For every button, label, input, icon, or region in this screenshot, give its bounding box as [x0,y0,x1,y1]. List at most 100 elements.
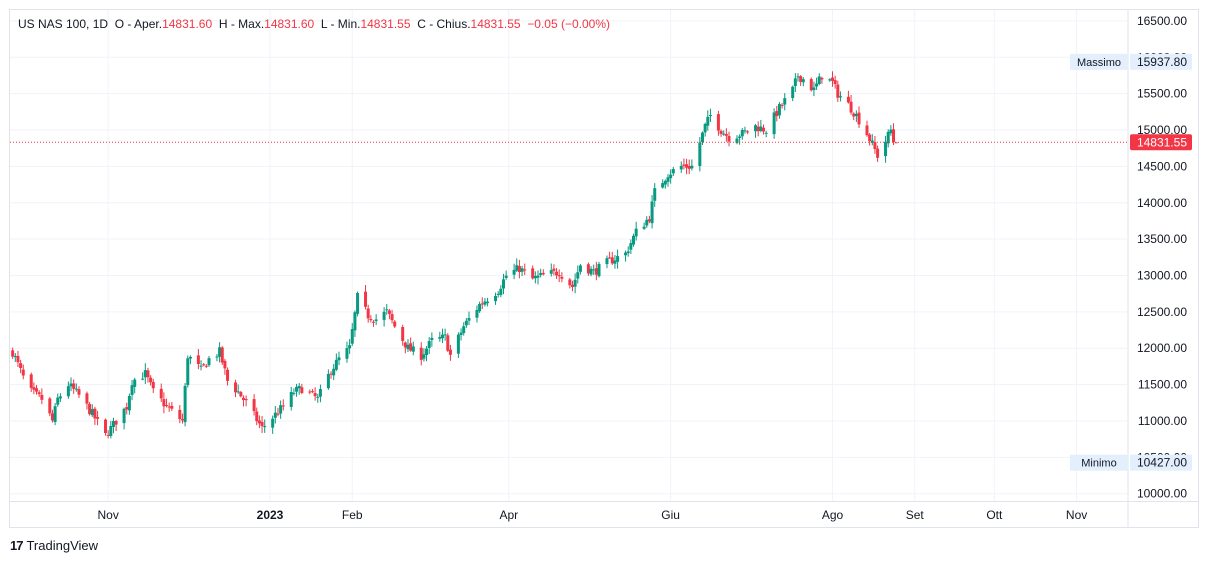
candle-body[interactable] [812,87,816,91]
candle-body[interactable] [669,174,673,179]
candle-body[interactable] [679,165,683,170]
candle-body[interactable] [438,336,442,339]
candle-body[interactable] [629,243,633,250]
candle-body[interactable] [690,165,694,169]
candle-body[interactable] [708,115,712,117]
candle-body[interactable] [501,279,505,289]
candle-body[interactable] [727,136,731,142]
candle-body[interactable] [390,314,394,321]
candle-body[interactable] [533,276,537,279]
candle-body[interactable] [772,112,776,135]
candle-body[interactable] [204,365,208,367]
candle-body[interactable] [289,391,293,407]
candle-body[interactable] [552,268,556,271]
candle-body[interactable] [597,263,601,277]
candle-body[interactable] [263,426,267,428]
candle-body[interactable] [634,228,638,237]
candle-body[interactable] [889,129,893,134]
candle-body[interactable] [207,358,211,366]
candle-body[interactable] [332,368,336,376]
candle-body[interactable] [143,370,147,378]
candle-body[interactable] [857,112,861,125]
candle-body[interactable] [796,76,800,78]
candle-body[interactable] [111,421,115,427]
candle-body[interactable] [385,309,389,311]
candle-body[interactable] [244,399,248,401]
candle-body[interactable] [724,133,728,136]
candle-body[interactable] [777,104,781,116]
candle-body[interactable] [836,84,840,98]
chart-svg[interactable]: 10000.0010500.0011000.0011500.0012000.00… [0,0,1209,564]
candle-body[interactable] [167,406,171,408]
candle-body[interactable] [11,350,15,357]
candle-body[interactable] [499,288,503,295]
candle-body[interactable] [350,329,354,344]
candle-body[interactable] [114,421,118,425]
candle-body[interactable] [613,260,617,264]
candle-body[interactable] [276,413,280,415]
candle-body[interactable] [517,265,521,272]
candle-body[interactable] [762,127,766,132]
candle-body[interactable] [369,319,373,321]
candle-body[interactable] [515,265,519,271]
candle-body[interactable] [817,76,821,85]
candle-body[interactable] [279,405,283,414]
candle-body[interactable] [295,386,299,392]
candle-body[interactable] [72,383,76,389]
candle-body[interactable] [141,378,145,380]
candle-body[interactable] [775,110,779,117]
candle-body[interactable] [329,373,333,375]
candle-body[interactable] [56,397,60,405]
candle-body[interactable] [884,141,888,157]
candle-body[interactable] [610,257,614,264]
candle-body[interactable] [626,251,630,254]
candle-body[interactable] [539,273,543,275]
candle-body[interactable] [892,129,896,142]
candle-body[interactable] [462,326,466,334]
candle-body[interactable] [19,363,23,368]
candle-body[interactable] [833,80,837,84]
candle-body[interactable] [642,226,646,229]
candle-body[interactable] [151,381,155,389]
candle-body[interactable] [698,142,702,166]
candle-body[interactable] [297,385,301,389]
candle-body[interactable] [239,392,243,397]
candle-body[interactable] [308,391,312,393]
candle-body[interactable] [549,270,553,274]
candle-body[interactable] [149,377,153,383]
candle-body[interactable] [886,131,890,144]
candle-body[interactable] [337,357,341,361]
candle-body[interactable] [592,269,596,271]
candle-body[interactable] [868,134,872,142]
candle-body[interactable] [29,374,33,388]
candle-body[interactable] [716,114,720,131]
candle-body[interactable] [310,391,314,393]
candle-body[interactable] [865,125,869,136]
candle-body[interactable] [159,388,163,399]
candle-body[interactable] [374,319,378,322]
candle-body[interactable] [605,258,609,265]
candle-body[interactable] [616,256,620,262]
candle-body[interactable] [594,268,598,275]
candle-body[interactable] [409,343,413,351]
candle-body[interactable] [671,169,675,174]
candle-body[interactable] [35,388,39,392]
candle-body[interactable] [387,310,391,314]
candle-body[interactable] [653,188,657,201]
candle-body[interactable] [573,279,577,287]
candle-body[interactable] [740,130,744,137]
candle-body[interactable] [241,397,245,400]
candle-body[interactable] [791,86,795,99]
candle-body[interactable] [162,399,166,407]
candle-body[interactable] [828,79,832,81]
candle-body[interactable] [586,264,590,274]
candle-body[interactable] [345,348,349,359]
candle-body[interactable] [815,83,819,87]
candle-body[interactable] [21,369,25,376]
candle-body[interactable] [422,354,426,359]
candle-body[interactable] [260,421,264,427]
candle-body[interactable] [74,388,78,390]
candle-body[interactable] [576,272,580,279]
candle-body[interactable] [440,334,444,339]
candle-body[interactable] [371,321,375,323]
